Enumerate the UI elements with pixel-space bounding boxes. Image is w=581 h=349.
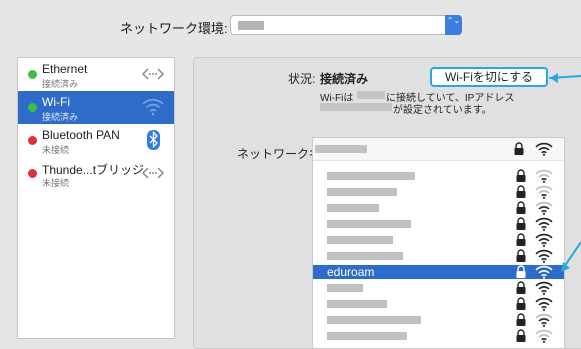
select-stepper-icon[interactable]: ⌃⌄ [445,15,462,35]
current-network-redacted [315,145,367,153]
status-description-end: が設定されています。 [393,105,492,116]
wifi-signal-icon [535,217,553,231]
network-name-redacted [327,300,387,308]
location-value-redacted [238,21,264,30]
status-dot [28,70,37,79]
service-list: Ethernet 接続済み Wi-Fi 接続済み Bluetooth PAN 未… [17,57,175,339]
service-status: 未接続 [42,145,70,155]
network-item[interactable] [313,329,564,343]
ethernet-arrows-icon [141,68,165,80]
wifi-signal-icon [535,169,553,183]
status-dot [28,103,37,112]
network-item[interactable] [313,313,564,327]
lock-icon [516,185,526,198]
network-name-redacted [327,220,411,228]
network-list-popup[interactable]: eduroam [312,137,565,349]
service-status: 接続済み [42,112,79,122]
service-bluetooth-pan[interactable]: Bluetooth PAN 未接続 [18,124,174,157]
location-select[interactable]: ⌃⌄ [230,15,462,35]
status-value: 接続済み [320,72,369,86]
wifi-signal-icon [535,201,553,215]
network-name-redacted [327,252,403,260]
network-name: eduroam [327,265,375,279]
network-item-eduroam[interactable]: eduroam [313,265,564,279]
network-item[interactable] [313,249,564,263]
bluetooth-icon [147,130,160,150]
network-name-redacted [327,284,363,292]
network-name-redacted [327,332,407,340]
service-wifi[interactable]: Wi-Fi 接続済み [18,91,174,124]
lock-icon [516,169,526,182]
network-name-redacted [327,204,379,212]
callout-arrow-button [548,73,581,83]
wifi-signal-icon [535,233,553,247]
callout-arrow-network [561,241,581,272]
network-name-label: ネットワーク名 [237,147,322,161]
lock-icon [516,249,526,262]
service-status: 接続済み [42,79,79,89]
wifi-signal-icon [535,185,553,199]
status-description-prefix: Wi-Fiは [320,93,354,104]
lock-icon [516,329,526,342]
service-thunderbolt-bridge[interactable]: Thunde...tブリッジ 未接続 [18,157,174,190]
network-item[interactable] [313,185,564,199]
service-name: Ethernet [42,62,88,76]
lock-icon [514,142,524,155]
service-status: 未接続 [42,178,70,188]
location-bar: ネットワーク環境: ⌃⌄ [0,0,581,50]
network-name-redacted [357,91,385,99]
status-dot [28,136,37,145]
network-item[interactable] [313,297,564,311]
network-name-redacted [327,236,393,244]
network-name-redacted [327,188,397,196]
status-dot [28,169,37,178]
lock-icon [516,265,526,278]
status-label: 状況: [288,72,316,86]
network-item[interactable] [313,281,564,295]
network-name-redacted [327,172,415,180]
wifi-signal-icon [535,329,553,343]
network-item[interactable] [313,201,564,215]
network-item[interactable] [313,169,564,183]
wifi-signal-icon [535,265,553,279]
wifi-signal-icon [535,297,553,311]
service-name: Wi-Fi [42,95,70,109]
lock-icon [516,233,526,246]
current-network-row[interactable] [313,138,564,161]
wifi-signal-icon [535,142,553,156]
location-label: ネットワーク環境: [120,21,228,36]
ip-address-redacted [320,103,392,111]
service-name: Bluetooth PAN [42,128,120,142]
turn-wifi-off-button[interactable]: Wi-Fiを切にする [430,67,548,87]
wifi-icon [142,99,164,116]
wifi-signal-icon [535,313,553,327]
network-item[interactable] [313,233,564,247]
ethernet-arrows-icon [141,167,165,179]
lock-icon [516,201,526,214]
service-ethernet[interactable]: Ethernet 接続済み [18,58,174,91]
lock-icon [516,217,526,230]
lock-icon [516,297,526,310]
lock-icon [516,281,526,294]
wifi-signal-icon [535,249,553,263]
network-item[interactable] [313,217,564,231]
wifi-signal-icon [535,281,553,295]
network-name-redacted [327,316,421,324]
lock-icon [516,313,526,326]
